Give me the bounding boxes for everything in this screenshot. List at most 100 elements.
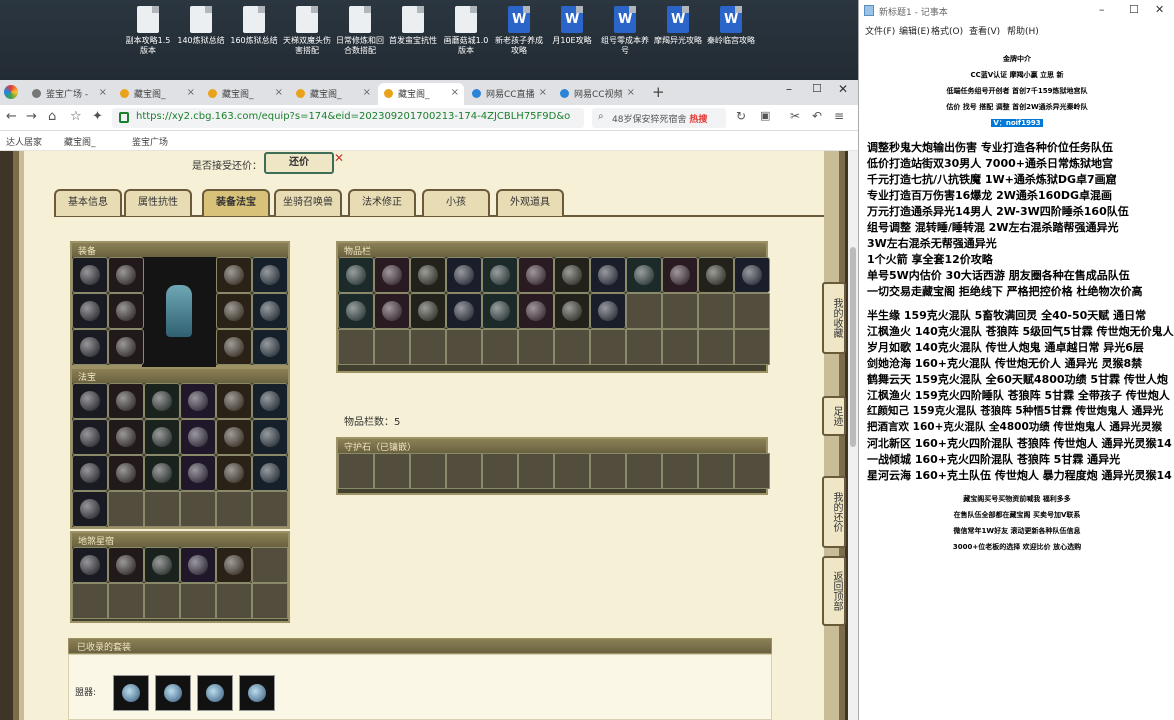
item-slot[interactable]: [662, 257, 698, 293]
item-slot[interactable]: [108, 293, 144, 329]
item-slot[interactable]: [410, 293, 446, 329]
url-field[interactable]: https://xy2.cbg.163.com/equip?s=174&eid=…: [112, 108, 584, 128]
window-maximize-button[interactable]: ☐: [812, 82, 822, 95]
side-button-1[interactable]: 足迹: [822, 396, 846, 436]
item-slot[interactable]: [180, 547, 216, 583]
item-slot[interactable]: [734, 257, 770, 293]
bookmark-item[interactable]: 达人居家: [6, 135, 42, 148]
item-slot[interactable]: [216, 547, 252, 583]
item-slot[interactable]: [72, 257, 108, 293]
item-slot[interactable]: [180, 383, 216, 419]
collected-item[interactable]: [155, 675, 191, 711]
tab-3[interactable]: 坐骑召唤兽: [274, 189, 342, 216]
side-button-0[interactable]: 我的收藏: [822, 282, 846, 354]
search-field[interactable]: ⌕ 48岁保安猝死宿舍 热搜: [592, 108, 726, 128]
collected-item[interactable]: [113, 675, 149, 711]
item-slot[interactable]: [108, 419, 144, 455]
bookmark-star-icon[interactable]: ☆: [70, 109, 82, 124]
item-slot[interactable]: [554, 293, 590, 329]
item-slot[interactable]: [216, 257, 252, 293]
desktop-icon[interactable]: 摩羯异光攻略: [652, 6, 704, 46]
browser-tab[interactable]: 网易CC直播 ×: [466, 83, 552, 105]
refresh-icon[interactable]: ↻: [736, 109, 746, 123]
tab-1[interactable]: 属性抗性: [124, 189, 192, 216]
tab-close-icon[interactable]: ×: [539, 87, 547, 98]
item-slot[interactable]: [144, 383, 180, 419]
item-slot[interactable]: [482, 293, 518, 329]
item-slot[interactable]: [72, 329, 108, 365]
maximize-icon[interactable]: ☐: [1129, 3, 1139, 16]
desktop-icon[interactable]: 月10E攻略: [546, 6, 598, 46]
item-slot[interactable]: [72, 455, 108, 491]
collected-item[interactable]: [197, 675, 233, 711]
desktop-icon[interactable]: 新老孩子养成攻略: [493, 6, 545, 56]
item-slot[interactable]: [518, 257, 554, 293]
new-tab-button[interactable]: +: [652, 83, 665, 101]
item-slot[interactable]: [216, 419, 252, 455]
tab-close-icon[interactable]: ×: [363, 87, 371, 98]
back-icon[interactable]: ←: [6, 109, 17, 124]
item-slot[interactable]: [144, 419, 180, 455]
item-slot[interactable]: [144, 547, 180, 583]
desktop-icon[interactable]: 天梯双魔头伤害搭配: [281, 6, 333, 56]
tab-close-icon[interactable]: ×: [627, 87, 635, 98]
item-slot[interactable]: [108, 329, 144, 365]
browser-tab[interactable]: 网易CC视频 ×: [554, 83, 640, 105]
item-slot[interactable]: [446, 293, 482, 329]
menu-item[interactable]: 格式(O): [931, 24, 963, 37]
home-icon[interactable]: ⌂: [48, 109, 56, 124]
close-icon[interactable]: ✕: [334, 151, 344, 165]
undo-icon[interactable]: ↶: [812, 109, 822, 123]
desktop-icon[interactable]: 副本攻略1.5版本: [122, 6, 174, 56]
desktop-icon[interactable]: 160炼狱总结: [228, 6, 280, 46]
item-slot[interactable]: [252, 293, 288, 329]
counter-offer-button[interactable]: 还价: [264, 152, 334, 174]
cut-icon[interactable]: ✂: [790, 109, 800, 123]
menu-item[interactable]: 查看(V): [969, 24, 1000, 37]
item-slot[interactable]: [72, 547, 108, 583]
scrollbar-thumb[interactable]: [850, 247, 856, 447]
item-slot[interactable]: [216, 455, 252, 491]
item-slot[interactable]: [216, 329, 252, 365]
item-slot[interactable]: [108, 455, 144, 491]
translate-icon[interactable]: ▣: [760, 109, 770, 122]
browser-tab[interactable]: 鉴宝广场 - ×: [26, 83, 112, 105]
menu-item[interactable]: 帮助(H): [1007, 24, 1039, 37]
desktop-icon[interactable]: 140炼狱总结: [175, 6, 227, 46]
window-minimize-button[interactable]: –: [786, 82, 792, 96]
browser-tab[interactable]: 藏宝阁_ ×: [290, 83, 376, 105]
item-slot[interactable]: [626, 257, 662, 293]
item-slot[interactable]: [590, 257, 626, 293]
browser-tab[interactable]: 藏宝阁_ ×: [202, 83, 288, 105]
item-slot[interactable]: [216, 383, 252, 419]
menu-item[interactable]: 编辑(E): [899, 24, 930, 37]
minimize-icon[interactable]: –: [1099, 3, 1105, 16]
item-slot[interactable]: [72, 383, 108, 419]
item-slot[interactable]: [518, 293, 554, 329]
item-slot[interactable]: [554, 257, 590, 293]
tab-close-icon[interactable]: ×: [187, 87, 195, 98]
forward-icon[interactable]: →: [26, 109, 37, 124]
tab-close-icon[interactable]: ×: [275, 87, 283, 98]
tab-4[interactable]: 法术修正: [348, 189, 416, 216]
desktop-icon[interactable]: 组号零成本养号: [599, 6, 651, 56]
item-slot[interactable]: [374, 293, 410, 329]
close-icon[interactable]: ✕: [1155, 3, 1164, 16]
item-slot[interactable]: [180, 419, 216, 455]
browser-logo-icon[interactable]: [4, 85, 18, 99]
extension-icon[interactable]: ✦: [92, 109, 103, 124]
item-slot[interactable]: [108, 257, 144, 293]
item-slot[interactable]: [144, 455, 180, 491]
desktop-icon[interactable]: 日常修炼和回合数搭配: [334, 6, 386, 56]
item-slot[interactable]: [180, 455, 216, 491]
side-button-3[interactable]: 返回顶部: [822, 556, 846, 626]
tab-close-icon[interactable]: ×: [451, 87, 459, 98]
item-slot[interactable]: [482, 257, 518, 293]
tab-0[interactable]: 基本信息: [54, 189, 122, 216]
item-slot[interactable]: [410, 257, 446, 293]
tab-6[interactable]: 外观道具: [496, 189, 564, 216]
item-slot[interactable]: [338, 293, 374, 329]
tab-2[interactable]: 装备法宝: [202, 189, 270, 216]
tab-close-icon[interactable]: ×: [99, 87, 107, 98]
side-button-2[interactable]: 我的还价: [822, 476, 846, 548]
